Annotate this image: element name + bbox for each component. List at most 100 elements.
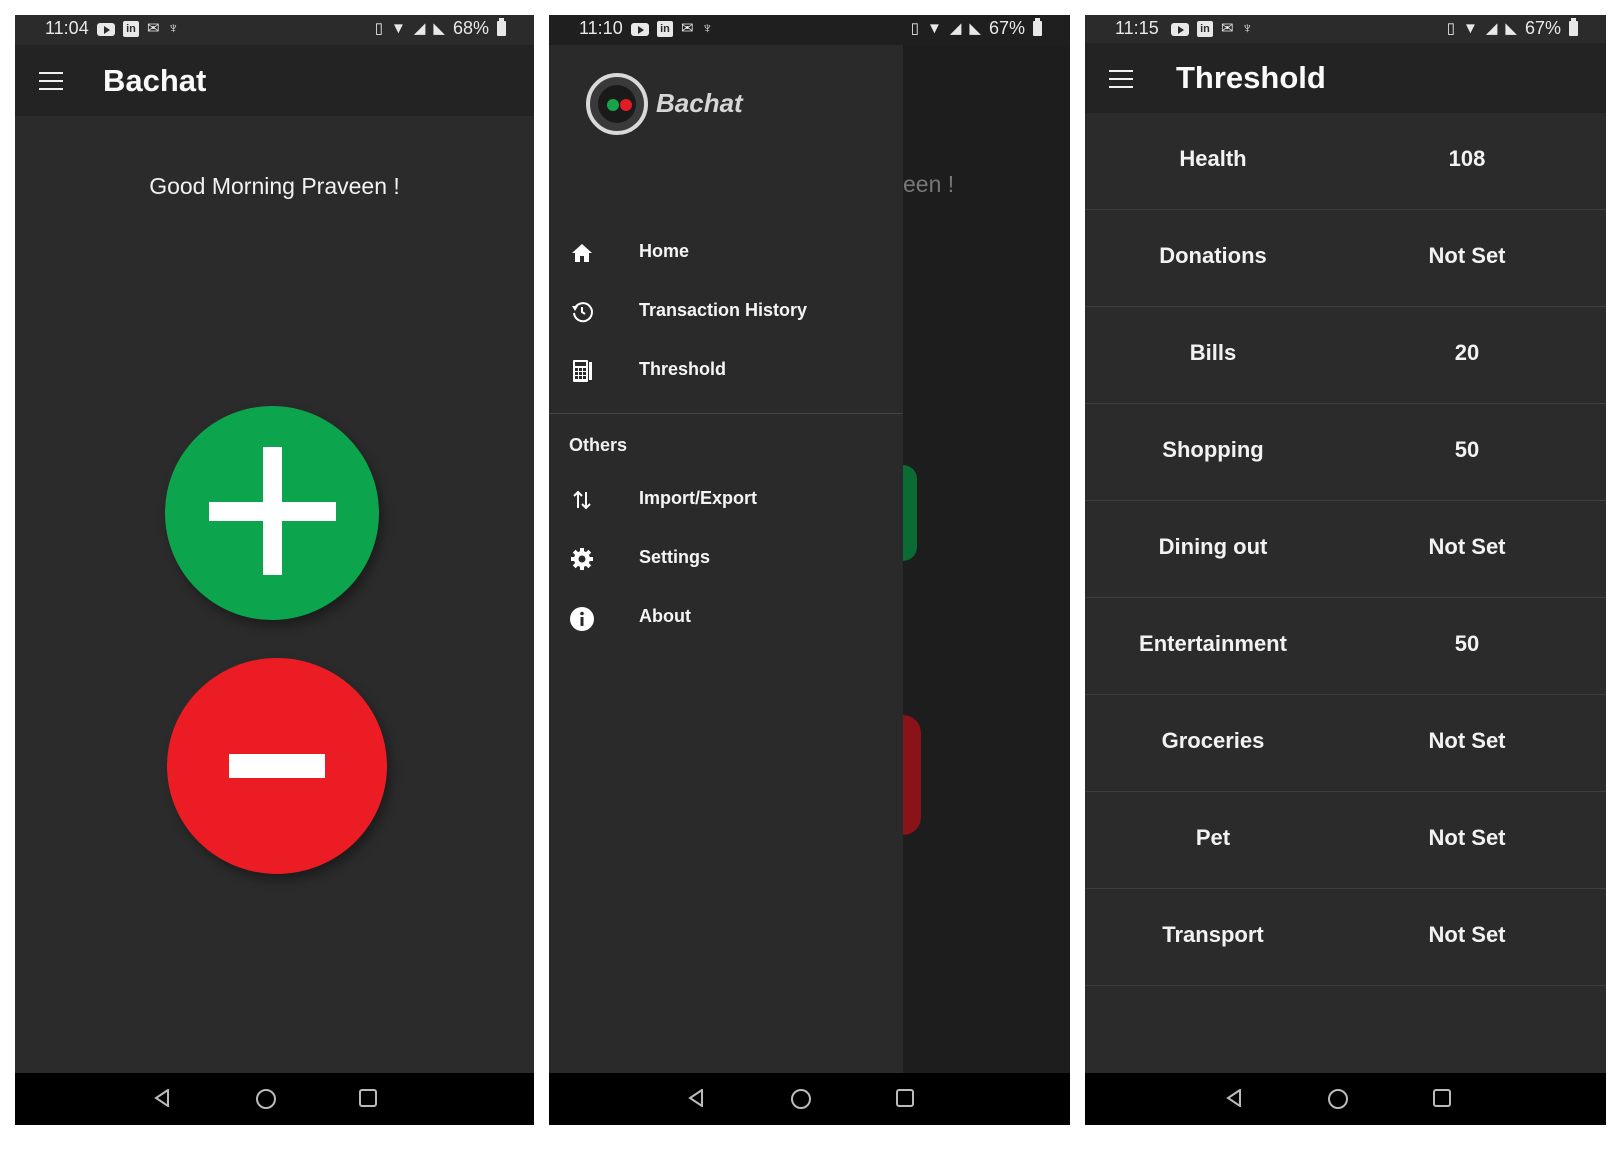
category-label: Transport xyxy=(1162,922,1264,947)
home-nav-icon[interactable] xyxy=(1328,1089,1348,1109)
threshold-value: 20 xyxy=(1454,340,1480,365)
trophy-icon: ♆ xyxy=(1241,20,1253,37)
system-nav-bar xyxy=(1085,1073,1606,1125)
status-bar: 11:10 in ✉ ♆ ▯ ▼ ◢ ◣ 67% xyxy=(549,15,1070,45)
table-row[interactable]: Shopping 50 xyxy=(1085,404,1606,501)
divider xyxy=(549,413,903,414)
wifi-icon: ▼ xyxy=(391,19,406,37)
menu-item-settings[interactable]: Settings xyxy=(549,534,903,584)
menu-icon[interactable] xyxy=(1109,70,1133,88)
status-time: 11:15 xyxy=(1115,18,1159,38)
no-signal-icon: ◣ xyxy=(1505,19,1517,37)
threshold-value: Not Set xyxy=(1428,825,1506,850)
page-title: Threshold xyxy=(1176,60,1326,95)
menu-item-threshold[interactable]: Threshold xyxy=(549,346,903,396)
table-row[interactable]: Transport Not Set xyxy=(1085,889,1606,986)
scrim[interactable] xyxy=(903,45,1070,1073)
menu-icon[interactable] xyxy=(39,72,63,90)
drawer-brand: Bachat xyxy=(656,88,743,118)
linkedin-icon: in xyxy=(1197,21,1213,37)
table-row[interactable]: Donations Not Set xyxy=(1085,210,1606,307)
trophy-icon: ♆ xyxy=(167,20,179,37)
app-bar: Bachat xyxy=(15,45,534,116)
back-icon[interactable] xyxy=(153,1089,171,1107)
gmail-icon: ✉ xyxy=(147,20,160,37)
category-label: Pet xyxy=(1195,825,1231,850)
drawer-screen: 11:10 in ✉ ♆ ▯ ▼ ◢ ◣ 67% een ! Bachat Ho… xyxy=(549,15,1070,1125)
status-bar: 11:15 in ✉ ♆ ▯ ▼ ◢ ◣ 67% xyxy=(1085,15,1606,45)
system-icons: ▯ ▼ ◢ ◣ 67% xyxy=(911,18,1042,39)
home-icon xyxy=(569,241,595,267)
greeting-text: Good Morning Praveen ! xyxy=(149,173,400,199)
table-row[interactable]: Health 108 xyxy=(1085,113,1606,210)
table-row[interactable]: Groceries Not Set xyxy=(1085,695,1606,792)
recents-icon[interactable] xyxy=(359,1089,377,1107)
threshold-value: Not Set xyxy=(1428,728,1506,753)
navigation-drawer: Bachat Home Transaction History Threshol… xyxy=(549,45,903,1073)
table-row[interactable]: Dining out Not Set xyxy=(1085,501,1606,598)
menu-item-label: About xyxy=(639,606,691,626)
category-label: Donations xyxy=(1159,243,1267,268)
home-nav-icon[interactable] xyxy=(256,1089,276,1109)
table-row[interactable]: Entertainment 50 xyxy=(1085,598,1606,695)
home-nav-icon[interactable] xyxy=(791,1089,811,1109)
system-icons: ▯ ▼ ◢ ◣ 67% xyxy=(1447,18,1578,39)
table-row[interactable]: Pet Not Set xyxy=(1085,792,1606,889)
page-title: Bachat xyxy=(103,63,207,98)
youtube-icon xyxy=(631,22,649,36)
app-bar: Threshold xyxy=(1085,43,1606,113)
wifi-icon: ▼ xyxy=(927,19,942,37)
threshold-value: 50 xyxy=(1454,631,1480,656)
category-label: Health xyxy=(1179,146,1247,171)
menu-item-home[interactable]: Home xyxy=(549,228,903,278)
subtract-transaction-button[interactable] xyxy=(167,658,387,874)
battery-icon xyxy=(1033,18,1042,36)
threshold-value: 108 xyxy=(1448,146,1486,171)
threshold-screen: 11:15 in ✉ ♆ ▯ ▼ ◢ ◣ 67% Threshold Healt… xyxy=(1085,15,1606,1125)
threshold-value: Not Set xyxy=(1428,243,1506,268)
notification-icons: in ✉ ♆ xyxy=(97,20,179,38)
back-icon[interactable] xyxy=(1225,1089,1243,1107)
background-greeting: een ! xyxy=(903,171,955,197)
battery-percent: 67% xyxy=(988,18,1025,38)
menu-item-label: Settings xyxy=(639,547,711,567)
recents-icon[interactable] xyxy=(1433,1089,1451,1107)
system-nav-bar xyxy=(15,1073,534,1125)
table-row[interactable]: Bills 20 xyxy=(1085,307,1606,404)
add-transaction-button[interactable] xyxy=(165,406,379,620)
minus-icon xyxy=(229,754,325,778)
system-icons: ▯ ▼ ◢ ◣ 68% xyxy=(375,18,506,39)
menu-item-label: Transaction History xyxy=(639,300,808,320)
signal-icon: ◢ xyxy=(949,19,962,37)
import-export-icon xyxy=(569,488,595,514)
no-signal-icon: ◣ xyxy=(969,19,981,37)
gmail-icon: ✉ xyxy=(1221,20,1234,37)
menu-item-label: Import/Export xyxy=(639,488,758,508)
menu-item-about[interactable]: About xyxy=(549,593,903,643)
gmail-icon: ✉ xyxy=(681,20,694,37)
threshold-value: Not Set xyxy=(1428,922,1506,947)
notification-icons: in ✉ ♆ xyxy=(1171,20,1253,38)
background-subtract-button xyxy=(903,715,921,835)
notification-icons: in ✉ ♆ xyxy=(631,20,713,38)
linkedin-icon: in xyxy=(657,21,673,37)
section-title-others: Others xyxy=(569,435,628,455)
menu-item-import-export[interactable]: Import/Export xyxy=(549,475,903,525)
back-icon[interactable] xyxy=(687,1089,705,1107)
youtube-icon xyxy=(1171,22,1189,36)
recents-icon[interactable] xyxy=(896,1089,914,1107)
app-logo xyxy=(586,73,648,135)
threshold-value: 50 xyxy=(1454,437,1480,462)
menu-item-label: Threshold xyxy=(639,359,727,379)
no-signal-icon: ◣ xyxy=(433,19,445,37)
youtube-icon xyxy=(97,22,115,36)
status-time: 11:04 xyxy=(45,18,89,38)
menu-item-label: Home xyxy=(639,241,690,261)
background-add-button xyxy=(903,465,917,561)
battery-icon xyxy=(497,18,506,36)
battery-percent: 68% xyxy=(452,18,489,38)
calculator-icon xyxy=(569,359,595,385)
menu-item-transaction-history[interactable]: Transaction History xyxy=(549,287,903,337)
category-label: Dining out xyxy=(1158,534,1268,559)
linkedin-icon: in xyxy=(123,21,139,37)
